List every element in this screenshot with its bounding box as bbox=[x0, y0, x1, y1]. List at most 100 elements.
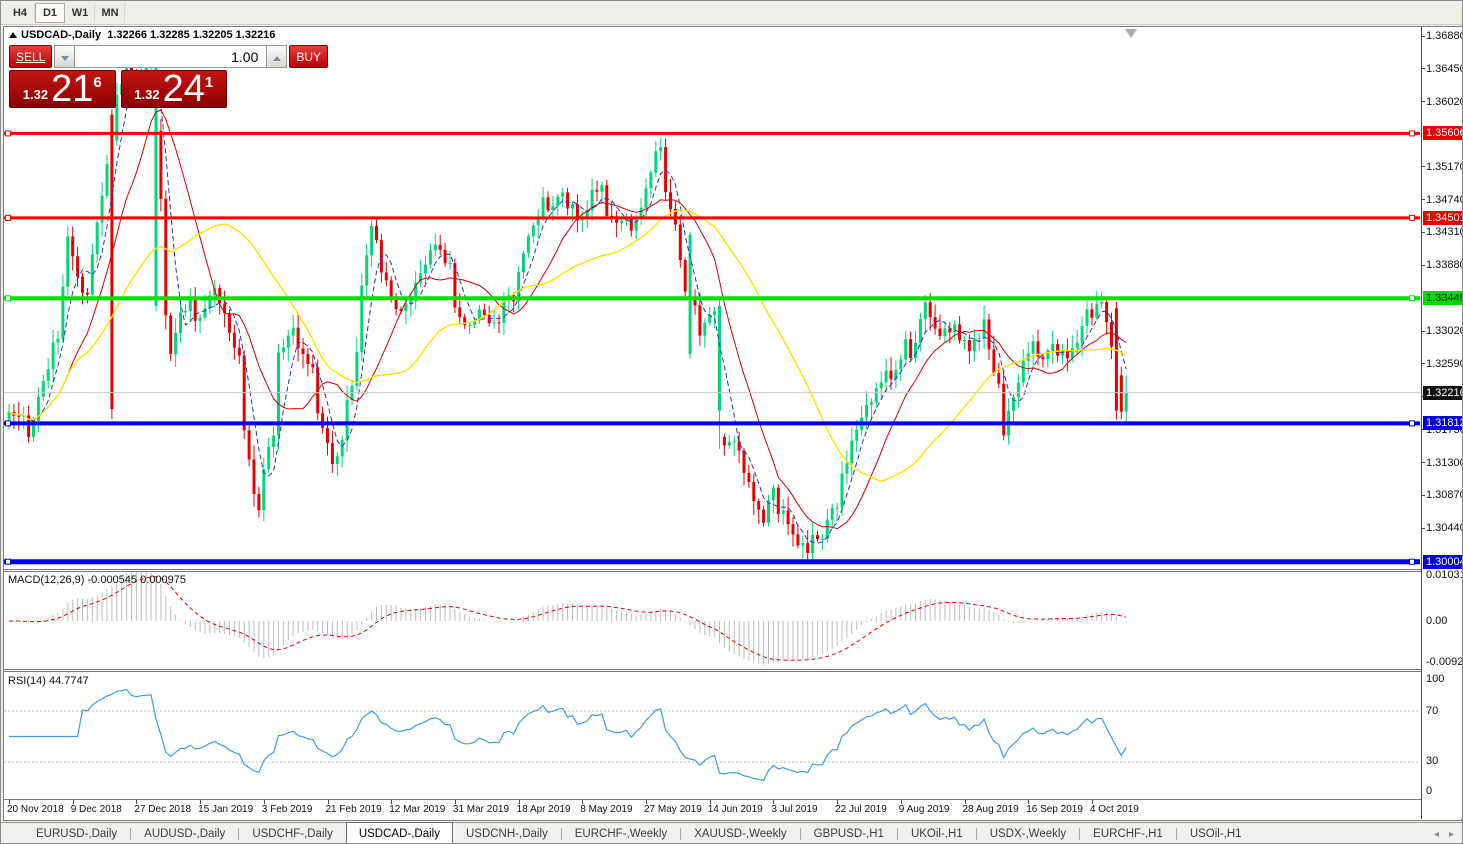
price-axis-label: 1.35170 bbox=[1426, 160, 1463, 173]
volume-decrease-button[interactable] bbox=[54, 45, 76, 68]
date-axis-label: 21 Feb 2019 bbox=[325, 804, 382, 815]
price-line-badge: 1.32216 bbox=[1423, 385, 1462, 400]
date-axis-label: 27 Dec 2018 bbox=[134, 804, 192, 815]
price-axis-label: 1.36450 bbox=[1426, 62, 1463, 75]
axis-tick bbox=[1422, 199, 1425, 201]
timeframe-button-h4[interactable]: H4 bbox=[5, 2, 35, 23]
date-axis-label: 3 Feb 2019 bbox=[261, 804, 313, 815]
chart-tab-gbpusd-h1[interactable]: GBPUSD-,H1 bbox=[801, 823, 897, 843]
date-axis-label: 4 Oct 2019 bbox=[1089, 804, 1139, 815]
sell-price-sup: 6 bbox=[93, 73, 102, 91]
price-axis-label: 1.30440 bbox=[1426, 522, 1463, 535]
volume-spinner bbox=[54, 45, 288, 68]
mt4-window: H4 D1 W1 MN USDCAD-,Daily 1.32266 1.32285 1… bbox=[0, 0, 1463, 844]
buy-price-box[interactable]: 1.32 24 1 bbox=[120, 68, 227, 110]
price-line-badge: 1.33449 bbox=[1423, 291, 1462, 306]
chart-symbol: USDCAD-,Daily bbox=[21, 29, 102, 41]
line-handle bbox=[1409, 558, 1415, 565]
chart-tab-usdcnh-daily[interactable]: USDCNH-,Daily bbox=[453, 823, 561, 843]
axis-tick bbox=[1422, 101, 1425, 103]
chart-tab-ukoil-h1[interactable]: UKOil-,H1 bbox=[898, 823, 976, 843]
tab-scroll-right-icon[interactable]: ▸ bbox=[1449, 829, 1454, 840]
price-line-badge: 1.34501 bbox=[1423, 210, 1462, 225]
line-handle bbox=[5, 130, 11, 137]
date-axis-label: 3 Jul 2019 bbox=[771, 804, 818, 815]
buy-price-sup: 1 bbox=[204, 73, 214, 91]
rsi-line bbox=[9, 688, 1127, 782]
panel-splitter[interactable] bbox=[4, 669, 1462, 670]
sell-price-box[interactable]: 1.32 21 6 bbox=[9, 70, 116, 108]
price-axis-label: 1.33880 bbox=[1426, 259, 1463, 272]
timeframe-toolbar: H4 D1 W1 MN bbox=[1, 1, 1462, 25]
axis-tick bbox=[1422, 35, 1425, 37]
timeframe-button-w1[interactable]: W1 bbox=[65, 2, 95, 23]
axis-tick bbox=[1422, 68, 1425, 70]
volume-input[interactable] bbox=[75, 45, 267, 68]
candles bbox=[7, 47, 1128, 563]
line-handle bbox=[5, 420, 11, 427]
price-line-badge: 1.30004 bbox=[1423, 554, 1462, 569]
price-axis-label: 1.33020 bbox=[1426, 325, 1463, 338]
symbol-triangle-icon bbox=[9, 32, 17, 38]
ma-13-line bbox=[8, 109, 1127, 530]
rsi-scale-label: 70 bbox=[1426, 705, 1439, 717]
rsi-scale-label: 30 bbox=[1426, 755, 1439, 767]
rsi-scale-label: 100 bbox=[1426, 673, 1445, 685]
timeframe-button-mn[interactable]: MN bbox=[95, 2, 125, 23]
chart-tab-eurchf-weekly[interactable]: EURCHF-,Weekly bbox=[562, 823, 680, 843]
price-line-badge: 1.31812 bbox=[1423, 416, 1462, 431]
panel-splitter[interactable] bbox=[4, 571, 1462, 572]
line-handle bbox=[5, 558, 11, 565]
sell-price-big: 21 bbox=[51, 68, 94, 110]
panel-splitter[interactable] bbox=[4, 569, 1462, 570]
chart-tab-bar: EURUSD-,Daily AUDUSD-,Daily USDCHF-,Daily U… bbox=[1, 822, 1462, 843]
date-axis-label: 12 Mar 2019 bbox=[389, 804, 446, 815]
rsi-panel[interactable] bbox=[4, 673, 1421, 799]
date-axis-label: 28 Aug 2019 bbox=[962, 804, 1019, 815]
price-axis-label: 1.31300 bbox=[1426, 456, 1463, 469]
arrow-up-icon bbox=[272, 56, 281, 61]
chart-tab-usdcad-daily[interactable]: USDCAD-,Daily bbox=[345, 822, 453, 843]
date-axis-label: 27 May 2019 bbox=[644, 804, 702, 815]
sell-button[interactable]: SELL bbox=[9, 45, 53, 68]
chart-tab-eurusd-daily[interactable]: EURUSD-,Daily bbox=[23, 823, 130, 843]
price-axis-label: 1.34740 bbox=[1426, 193, 1463, 206]
date-axis-label: 20 Nov 2018 bbox=[7, 804, 64, 815]
chart-shift-icon[interactable] bbox=[1125, 29, 1137, 38]
chart-tab-audusd-daily[interactable]: AUDUSD-,Daily bbox=[131, 823, 238, 843]
buy-price-big: 24 bbox=[162, 68, 205, 110]
ma-5-line bbox=[8, 71, 1127, 544]
macd-panel[interactable] bbox=[4, 572, 1421, 668]
tab-scroll-left-icon[interactable]: ◂ bbox=[1434, 829, 1439, 840]
panel-splitter[interactable] bbox=[4, 671, 1462, 672]
date-axis-label: 9 Aug 2019 bbox=[898, 804, 950, 815]
price-chart[interactable] bbox=[4, 27, 1421, 569]
date-axis-label: 9 Dec 2018 bbox=[70, 804, 122, 815]
date-axis-label: 18 Apr 2019 bbox=[516, 804, 571, 815]
date-axis[interactable]: 20 Nov 2018 9 Dec 2018 27 Dec 2018 15 Jan 2… bbox=[4, 800, 1421, 820]
price-axis-label: 1.36880 bbox=[1426, 30, 1463, 42]
timeframe-button-d1[interactable]: D1 bbox=[35, 2, 65, 23]
chart-tab-xauusd-weekly[interactable]: XAUUSD-,Weekly bbox=[681, 823, 799, 843]
date-axis-label: 31 Mar 2019 bbox=[452, 804, 510, 815]
axis-tick bbox=[1422, 363, 1425, 365]
macd-scale-label: -0.009203 bbox=[1426, 656, 1463, 668]
rsi-label: RSI(14) 44.7747 bbox=[8, 675, 89, 687]
chart-tab-usdchf-daily[interactable]: USDCHF-,Daily bbox=[239, 823, 346, 843]
chart-tab-eurchf-h1[interactable]: EURCHF-,H1 bbox=[1080, 823, 1176, 843]
chart-title: USDCAD-,Daily 1.32266 1.32285 1.32205 1.… bbox=[9, 29, 275, 41]
line-handle bbox=[1409, 420, 1415, 427]
date-axis-label: 22 Jul 2019 bbox=[835, 804, 887, 815]
axis-tick bbox=[1422, 166, 1425, 168]
axis-tick bbox=[1422, 231, 1425, 233]
axis-tick bbox=[1422, 330, 1425, 332]
axis-tick bbox=[1422, 527, 1425, 529]
volume-increase-button[interactable] bbox=[266, 45, 288, 68]
macd-scale-label: 0.010311 bbox=[1426, 569, 1462, 581]
axis-tick bbox=[1422, 462, 1425, 464]
chart-tab-usdx-weekly[interactable]: USDX-,Weekly bbox=[977, 823, 1079, 843]
chart-tab-usoil-h1[interactable]: USOil-,H1 bbox=[1177, 823, 1255, 843]
buy-button[interactable]: BUY bbox=[289, 45, 329, 68]
price-axis[interactable]: 1.36880 1.36450 1.36020 1.35170 1.34740 1.343… bbox=[1422, 27, 1463, 819]
line-handle bbox=[1409, 130, 1415, 137]
